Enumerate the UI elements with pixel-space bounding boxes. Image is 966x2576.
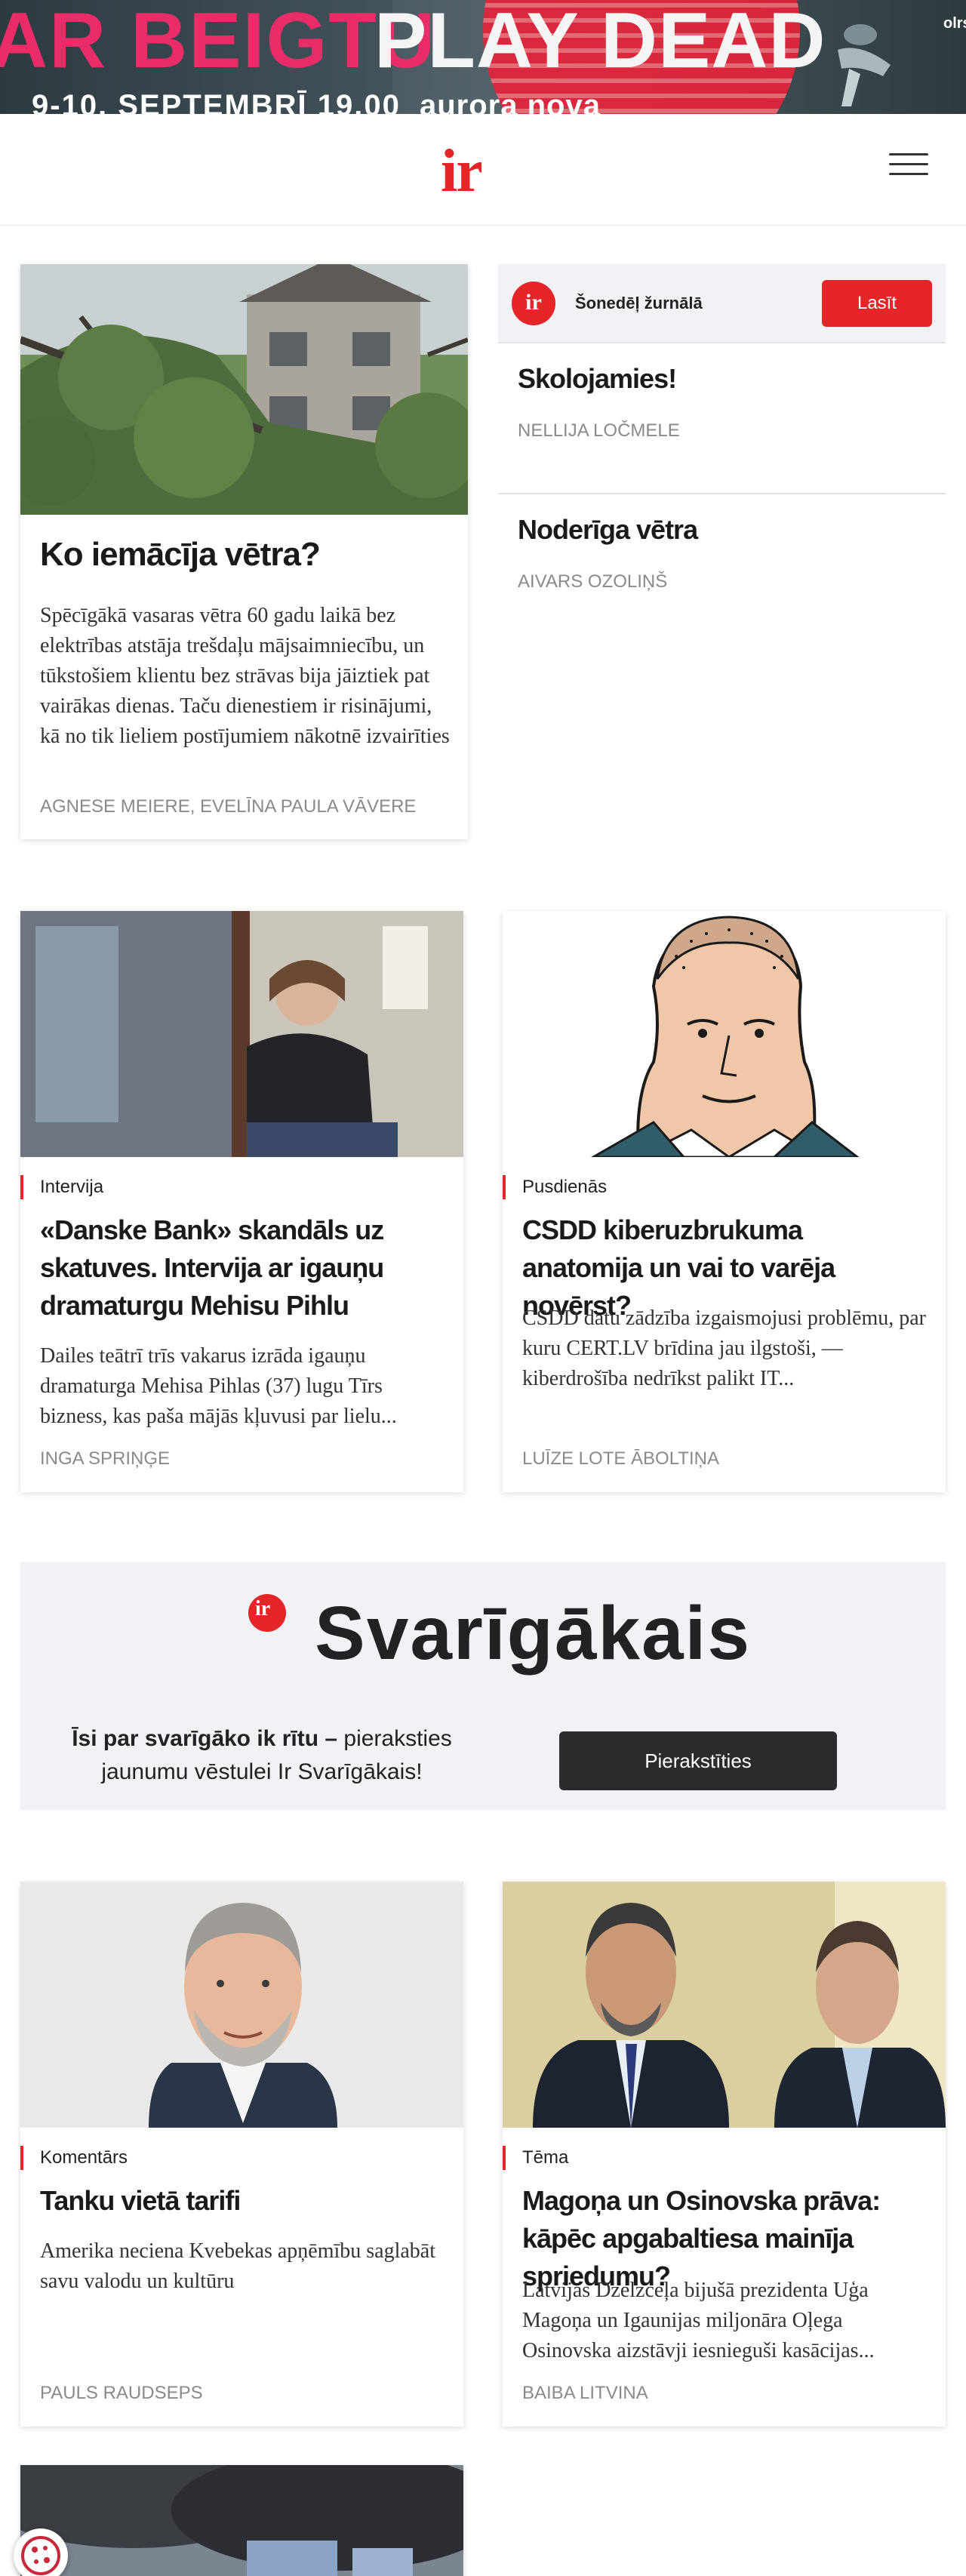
ir-logo[interactable]: ir bbox=[441, 141, 483, 202]
newsletter-text-bold: Īsi par svarīgāko ik rītu – bbox=[72, 1726, 338, 1751]
article-image[interactable] bbox=[20, 1882, 463, 2128]
banner-dates: 9-10. SEPTEMBRĪ 19.00 bbox=[32, 89, 401, 114]
dancer-figure-image bbox=[838, 24, 891, 106]
article-card[interactable]: Pusdienās CSDD kiberuzbrukuma anatomija … bbox=[502, 911, 946, 1492]
sidebar-article-title[interactable]: Noderīga vētra bbox=[518, 514, 926, 546]
ir-badge-icon: ir bbox=[512, 281, 555, 325]
article-image[interactable] bbox=[503, 911, 946, 1157]
lead-article-summary: Spēcīgākā vasaras vētra 60 gadu laikā be… bbox=[40, 604, 450, 748]
newsletter-title: Svarīgākais bbox=[315, 1591, 751, 1676]
article-card[interactable]: Komentārs Tanku vietā tarifi Amerika nec… bbox=[20, 1882, 463, 2427]
article-rubric[interactable]: Pusdienās bbox=[502, 1175, 607, 1199]
newsletter-signup: ir Svarīgākais Īsi par svarīgāko ik rītu… bbox=[20, 1562, 946, 1810]
lead-article-author[interactable]: AGNESE MEIERE, EVELĪNA PAULA VĀVERE bbox=[40, 796, 416, 817]
read-magazine-button[interactable]: Lasīt bbox=[822, 279, 932, 327]
article-card[interactable]: Tēma Magoņa un Osinovska prāva: kāpēc ap… bbox=[502, 1882, 946, 2427]
magazine-label: Šonedēļ žurnālā bbox=[575, 293, 703, 312]
sidebar-article-author[interactable]: AIVARS OZOLIŅŠ bbox=[518, 571, 926, 592]
banner-corner-text: olrs bbox=[943, 15, 966, 32]
article-card[interactable]: Intervija «Danske Bank» skandāls uz skat… bbox=[20, 911, 463, 1492]
article-author[interactable]: INGA SPRIŅĢE bbox=[40, 1448, 170, 1470]
article-author[interactable]: LUĪZE LOTE ĀBOLTIŅA bbox=[522, 1448, 719, 1470]
article-summary: Latvijas Dzelzceļa bijušā prezidenta Uģa… bbox=[522, 2279, 875, 2362]
sidebar: ir Šonedēļ žurnālā Lasīt Skolojamies! NE… bbox=[498, 264, 946, 644]
sidebar-article-author[interactable]: NELLIJA LOČMELE bbox=[518, 420, 926, 442]
article-author[interactable]: PAULS RAUDSEPS bbox=[40, 2383, 203, 2404]
ad-banner[interactable]: AR BEIGTU PLAY DEAD 9-10. SEPTEMBRĪ 19.0… bbox=[0, 0, 966, 114]
magazine-promo: ir Šonedēļ žurnālā Lasīt bbox=[498, 264, 946, 342]
article-rubric[interactable]: Komentārs bbox=[20, 2146, 128, 2170]
sidebar-article-title[interactable]: Skolojamies! bbox=[518, 363, 926, 395]
article-title[interactable]: Tanku vietā tarifi bbox=[40, 2182, 444, 2220]
banner-headline-left: AR BEIGTU bbox=[0, 0, 436, 85]
article-card[interactable] bbox=[20, 2465, 463, 2576]
newsletter-badge: ir bbox=[255, 1597, 271, 1620]
lead-article-card[interactable]: Ko iemācīja vētra? Spēcīgākā vasaras vēt… bbox=[20, 264, 468, 839]
article-summary: CSDD datu zādzība izgaismojusi problēmu,… bbox=[522, 1306, 926, 1390]
cookie-settings-icon[interactable] bbox=[14, 2528, 68, 2576]
newsletter-text: Īsi par svarīgāko ik rītu – pieraksties … bbox=[51, 1722, 473, 1789]
hamburger-menu-icon[interactable] bbox=[889, 153, 928, 183]
sidebar-article[interactable]: Skolojamies! NELLIJA LOČMELE bbox=[498, 342, 946, 493]
lead-article-image[interactable] bbox=[20, 264, 468, 515]
article-rubric[interactable]: Tēma bbox=[502, 2146, 568, 2170]
site-header: ir bbox=[0, 114, 966, 226]
lead-article-title[interactable]: Ko iemācīja vētra? bbox=[40, 536, 321, 574]
article-image[interactable] bbox=[20, 2465, 463, 2576]
article-image[interactable] bbox=[503, 1882, 946, 2128]
article-author[interactable]: BAIBA LITVINA bbox=[522, 2383, 648, 2404]
banner-headline-right: PLAY DEAD bbox=[374, 0, 826, 85]
subscribe-button[interactable]: Pierakstīties bbox=[559, 1731, 837, 1790]
article-image[interactable] bbox=[20, 911, 463, 1157]
article-title[interactable]: «Danske Bank» skandāls uz skatuves. Inte… bbox=[40, 1211, 444, 1325]
article-summary: Amerika neciena Kvebekas apņēmību saglab… bbox=[40, 2239, 436, 2293]
article-summary: Dailes teātrī trīs vakarus izrāda igauņu… bbox=[40, 1344, 397, 1428]
sidebar-article[interactable]: Noderīga vētra AIVARS OZOLIŅŠ bbox=[498, 493, 946, 644]
article-rubric[interactable]: Intervija bbox=[20, 1175, 103, 1199]
banner-venue: aurora nova bbox=[420, 89, 601, 114]
